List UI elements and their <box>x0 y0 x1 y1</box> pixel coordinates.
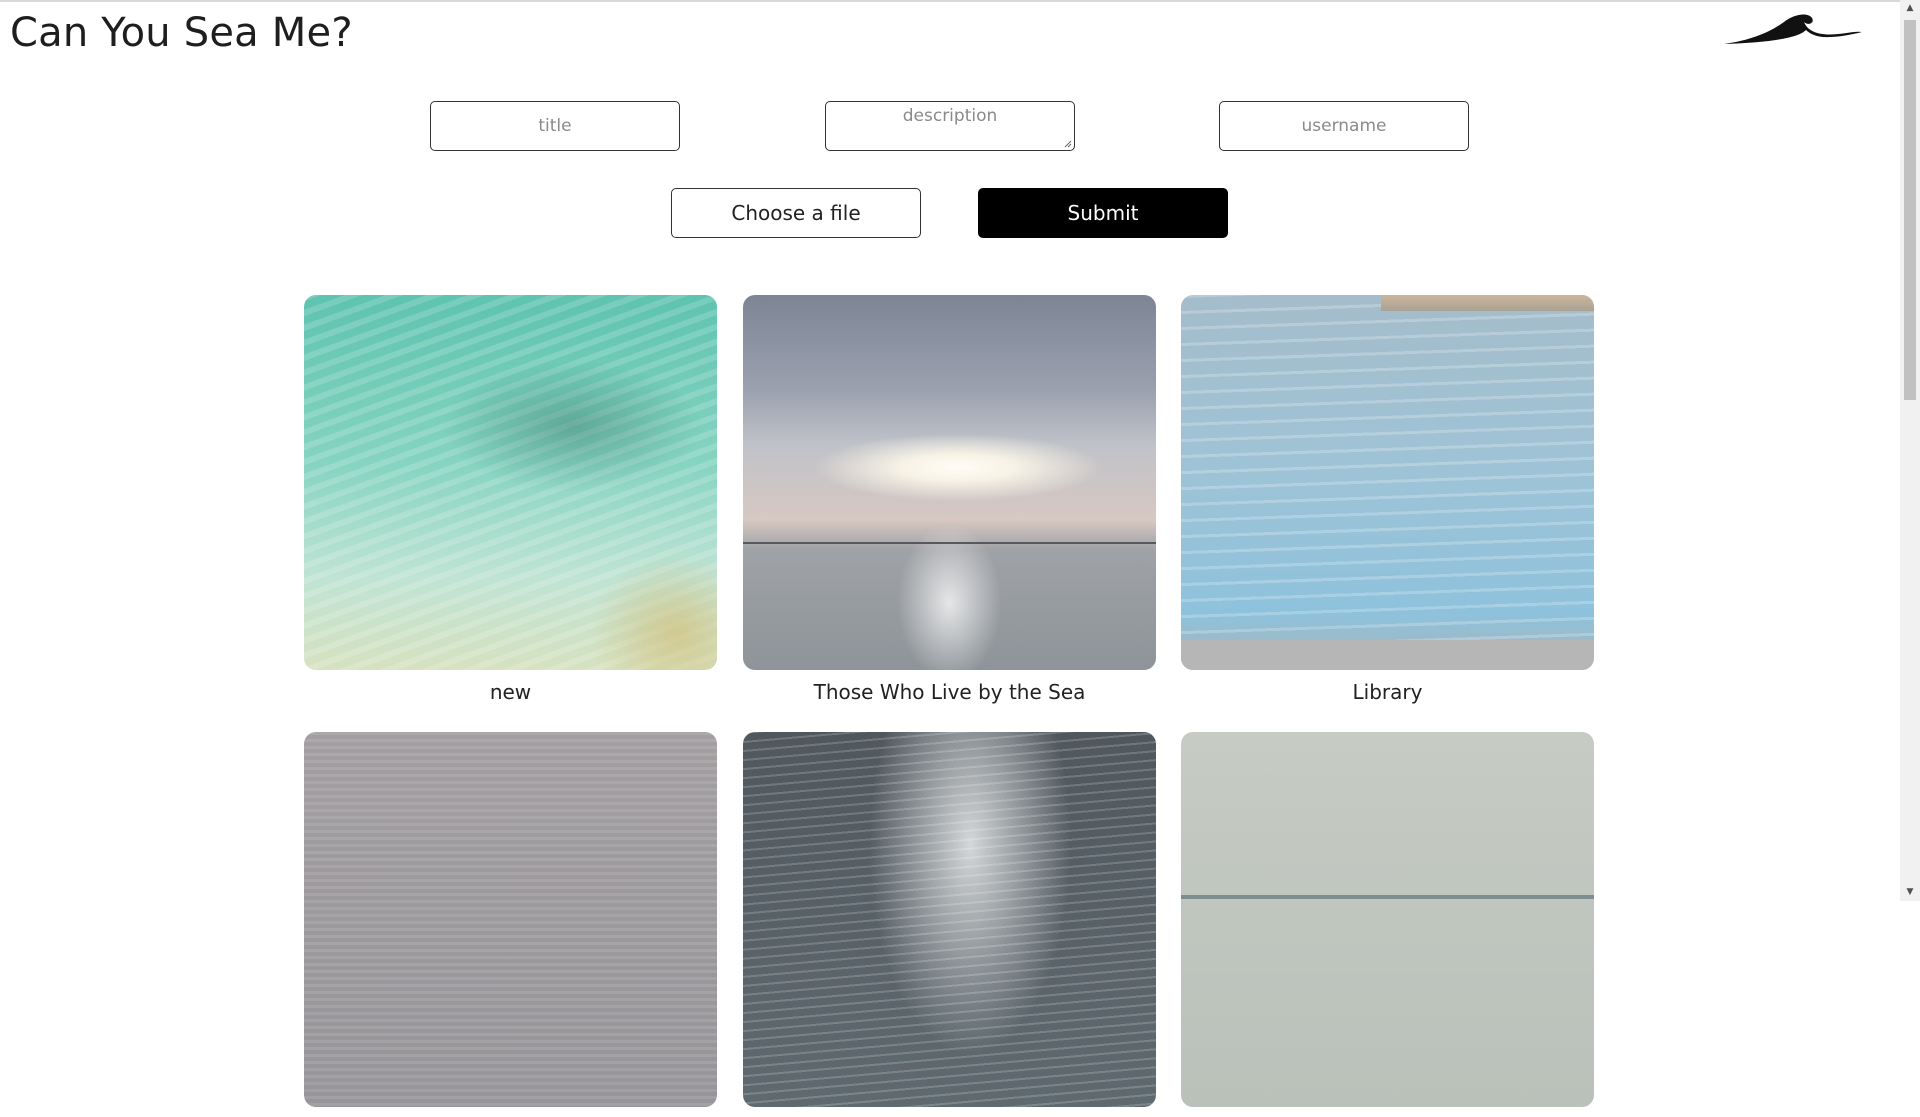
vertical-scrollbar[interactable]: ▲ ▼ <box>1900 0 1920 901</box>
wave-icon <box>1724 14 1862 44</box>
post-image <box>743 732 1156 1107</box>
post-card[interactable]: Those Who Live by the Sea <box>743 295 1156 704</box>
scrollbar-thumb[interactable] <box>1904 20 1916 400</box>
post-title: Those Who Live by the Sea <box>813 680 1086 704</box>
post-title: new <box>489 680 532 704</box>
choose-file-label: Choose a file <box>731 201 861 225</box>
scroll-down-arrow-icon[interactable]: ▼ <box>1900 884 1920 901</box>
post-card[interactable] <box>304 732 717 1117</box>
post-card[interactable] <box>743 732 1156 1117</box>
post-card[interactable]: new <box>304 295 717 704</box>
submit-button[interactable]: Submit <box>978 188 1228 238</box>
post-image <box>304 732 717 1107</box>
title-input[interactable] <box>430 101 680 151</box>
post-image <box>304 295 717 670</box>
post-image <box>1181 295 1594 670</box>
post-card[interactable]: Library <box>1181 295 1594 704</box>
resize-handle-icon[interactable] <box>1062 138 1072 148</box>
description-input[interactable] <box>825 101 1075 151</box>
scroll-up-arrow-icon[interactable]: ▲ <box>1900 0 1920 17</box>
top-border <box>0 0 1900 2</box>
choose-file-button[interactable]: Choose a file <box>671 188 921 238</box>
post-title: Library <box>1352 680 1423 704</box>
username-input[interactable] <box>1219 101 1469 151</box>
post-image <box>1181 732 1594 1107</box>
post-card[interactable] <box>1181 732 1594 1117</box>
site-title: Can You Sea Me? <box>10 10 353 56</box>
post-image <box>743 295 1156 670</box>
